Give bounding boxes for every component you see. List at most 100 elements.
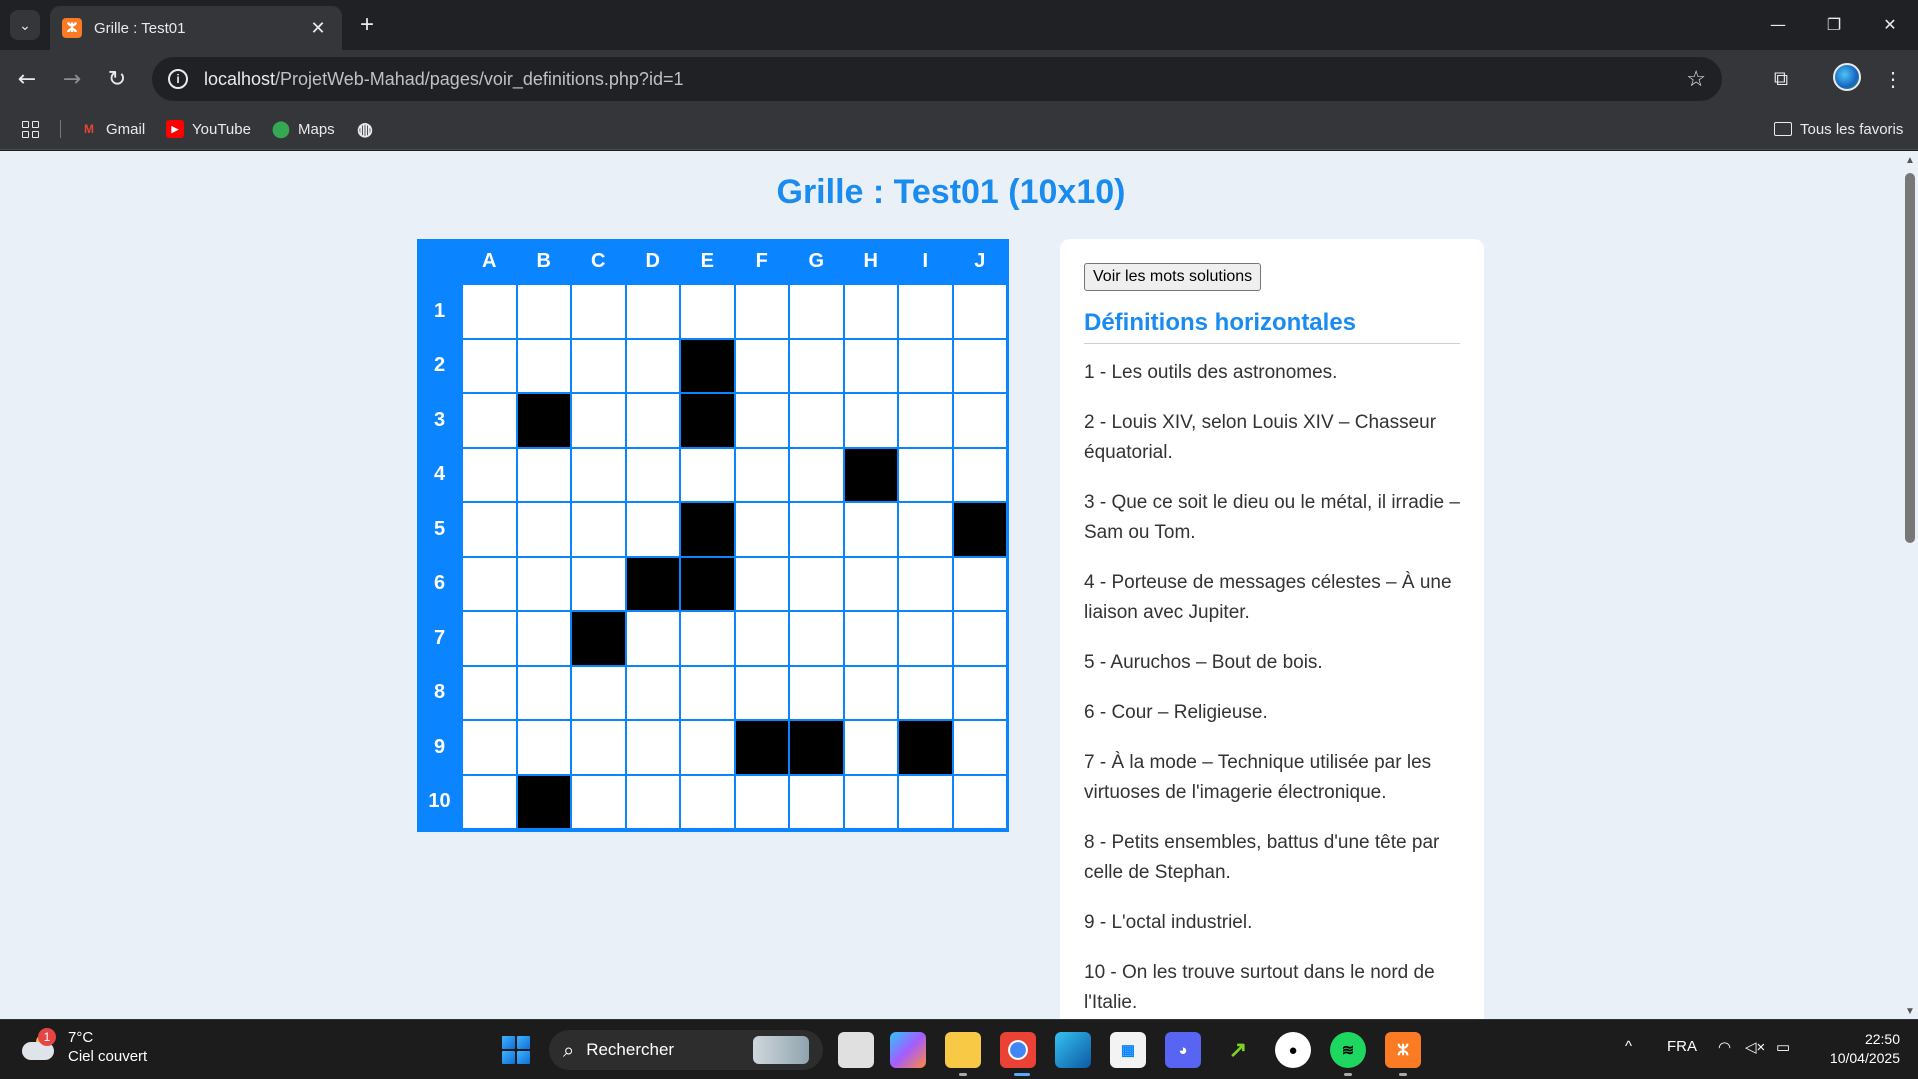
grid-cell[interactable] bbox=[571, 502, 626, 557]
active-tab[interactable]: ⵣ Grille : Test01 ✕ bbox=[50, 6, 342, 50]
grid-cell[interactable] bbox=[516, 502, 571, 557]
grid-cell[interactable] bbox=[462, 447, 517, 502]
grid-cell[interactable] bbox=[516, 338, 571, 393]
grid-cell[interactable] bbox=[516, 447, 571, 502]
grid-cell[interactable] bbox=[898, 284, 953, 339]
grid-cell[interactable] bbox=[843, 502, 898, 557]
grid-cell[interactable] bbox=[462, 611, 517, 666]
grid-cell[interactable] bbox=[571, 556, 626, 611]
grid-cell[interactable] bbox=[571, 665, 626, 720]
bookmark-star-icon[interactable]: ☆ bbox=[1686, 66, 1706, 92]
grid-cell[interactable] bbox=[789, 284, 844, 339]
grid-cell[interactable] bbox=[571, 338, 626, 393]
back-arrow-icon[interactable]: ← bbox=[12, 64, 42, 94]
grid-cell[interactable] bbox=[462, 665, 517, 720]
bookmark-youtube[interactable]: ▶ YouTube bbox=[166, 118, 251, 140]
grid-cell[interactable] bbox=[571, 774, 626, 829]
grid-cell[interactable] bbox=[952, 611, 1007, 666]
github-icon[interactable]: ● bbox=[1275, 1032, 1311, 1068]
bookmark-maps[interactable]: ⬤ Maps bbox=[272, 118, 335, 140]
grid-cell[interactable] bbox=[898, 338, 953, 393]
grid-cell[interactable] bbox=[952, 720, 1007, 775]
store-icon[interactable]: ▦ bbox=[1110, 1032, 1146, 1068]
grid-cell[interactable] bbox=[789, 611, 844, 666]
new-tab-button[interactable]: + bbox=[352, 10, 382, 40]
bookmark-gmail[interactable]: M Gmail bbox=[80, 118, 145, 140]
grid-cell[interactable] bbox=[680, 611, 735, 666]
scroll-down-icon[interactable]: ▼ bbox=[1904, 1006, 1916, 1017]
grid-cell[interactable] bbox=[625, 665, 680, 720]
apps-grid-icon[interactable] bbox=[22, 118, 39, 140]
grid-cell[interactable] bbox=[571, 393, 626, 448]
grid-cell[interactable] bbox=[789, 393, 844, 448]
grid-cell[interactable] bbox=[952, 447, 1007, 502]
all-bookmarks[interactable]: Tous les favoris bbox=[1774, 118, 1903, 140]
spotify-icon[interactable]: ≋ bbox=[1330, 1032, 1366, 1068]
grid-cell[interactable] bbox=[462, 720, 517, 775]
grid-cell[interactable] bbox=[734, 556, 789, 611]
tray-chevron-icon[interactable]: ^ bbox=[1625, 1038, 1632, 1055]
grid-cell[interactable] bbox=[843, 284, 898, 339]
grid-cell[interactable] bbox=[734, 611, 789, 666]
grid-cell[interactable] bbox=[625, 447, 680, 502]
grid-cell[interactable] bbox=[571, 447, 626, 502]
wifi-icon[interactable]: ◠ bbox=[1718, 1038, 1731, 1056]
grid-cell[interactable] bbox=[843, 720, 898, 775]
grid-cell[interactable] bbox=[734, 774, 789, 829]
grid-cell[interactable] bbox=[462, 338, 517, 393]
chrome-icon[interactable] bbox=[1000, 1032, 1036, 1068]
weather-widget[interactable]: 1 7°C Ciel couvert bbox=[20, 1028, 147, 1066]
grid-cell[interactable] bbox=[843, 338, 898, 393]
address-bar[interactable]: i localhost/ProjetWeb-Mahad/pages/voir_d… bbox=[152, 57, 1722, 101]
grid-cell[interactable] bbox=[898, 502, 953, 557]
windows-start-icon[interactable] bbox=[502, 1036, 530, 1064]
grid-cell[interactable] bbox=[462, 393, 517, 448]
grid-cell[interactable] bbox=[952, 338, 1007, 393]
url-text[interactable]: localhost/ProjetWeb-Mahad/pages/voir_def… bbox=[204, 69, 1686, 90]
site-info-icon[interactable]: i bbox=[168, 69, 188, 89]
copilot-icon[interactable] bbox=[890, 1032, 926, 1068]
grid-cell[interactable] bbox=[571, 284, 626, 339]
grid-cell[interactable] bbox=[734, 502, 789, 557]
grid-cell[interactable] bbox=[734, 393, 789, 448]
scroll-thumb[interactable] bbox=[1905, 173, 1915, 543]
grid-cell[interactable] bbox=[680, 720, 735, 775]
edge-icon[interactable] bbox=[1055, 1032, 1091, 1068]
file-explorer-icon[interactable] bbox=[945, 1032, 981, 1068]
xampp-icon[interactable]: ⵣ bbox=[1385, 1032, 1421, 1068]
grid-cell[interactable] bbox=[898, 665, 953, 720]
grid-cell[interactable] bbox=[952, 393, 1007, 448]
grid-cell[interactable] bbox=[680, 774, 735, 829]
grid-cell[interactable] bbox=[843, 665, 898, 720]
grid-cell[interactable] bbox=[516, 720, 571, 775]
grid-cell[interactable] bbox=[571, 720, 626, 775]
page-scrollbar[interactable]: ▲ ▼ bbox=[1902, 151, 1918, 1019]
grid-cell[interactable] bbox=[789, 447, 844, 502]
grid-cell[interactable] bbox=[625, 284, 680, 339]
stocks-icon[interactable]: ↗ bbox=[1220, 1032, 1256, 1068]
grid-cell[interactable] bbox=[516, 611, 571, 666]
grid-cell[interactable] bbox=[898, 393, 953, 448]
scroll-up-icon[interactable]: ▲ bbox=[1904, 155, 1916, 166]
taskbar-search[interactable]: ⌕ Rechercher bbox=[549, 1030, 823, 1070]
system-clock[interactable]: 22:50 10/04/2025 bbox=[1810, 1030, 1900, 1068]
grid-cell[interactable] bbox=[952, 665, 1007, 720]
grid-cell[interactable] bbox=[843, 393, 898, 448]
grid-cell[interactable] bbox=[680, 284, 735, 339]
grid-cell[interactable] bbox=[789, 665, 844, 720]
language-indicator[interactable]: FRA bbox=[1667, 1038, 1697, 1055]
grid-cell[interactable] bbox=[898, 611, 953, 666]
extensions-icon[interactable]: ⧉ bbox=[1764, 62, 1798, 96]
grid-cell[interactable] bbox=[462, 556, 517, 611]
grid-cell[interactable] bbox=[462, 774, 517, 829]
grid-cell[interactable] bbox=[789, 502, 844, 557]
tab-search-button[interactable]: ⌄ bbox=[10, 10, 40, 40]
bookmark-globe[interactable]: ◍ bbox=[356, 118, 382, 140]
grid-cell[interactable] bbox=[625, 338, 680, 393]
grid-cell[interactable] bbox=[843, 556, 898, 611]
grid-cell[interactable] bbox=[734, 665, 789, 720]
grid-cell[interactable] bbox=[843, 611, 898, 666]
grid-cell[interactable] bbox=[734, 338, 789, 393]
grid-cell[interactable] bbox=[625, 720, 680, 775]
grid-cell[interactable] bbox=[734, 447, 789, 502]
